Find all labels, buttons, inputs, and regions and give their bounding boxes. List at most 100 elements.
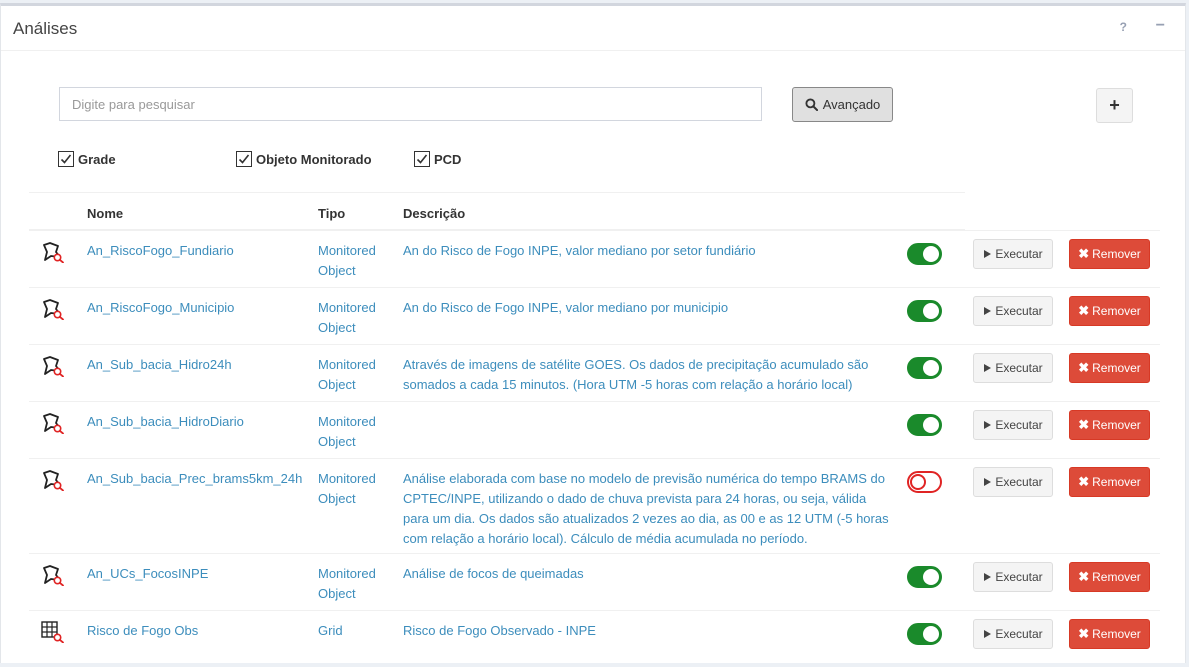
- active-toggle[interactable]: [907, 357, 942, 379]
- analysis-name-link[interactable]: An_RiscoFogo_Municipio: [87, 298, 234, 318]
- filter-pcd[interactable]: PCD: [414, 151, 461, 167]
- execute-label: Executar: [995, 304, 1043, 318]
- play-icon: [984, 478, 992, 486]
- analysis-type-link[interactable]: Monitored Object: [318, 355, 398, 395]
- active-toggle[interactable]: [907, 623, 942, 645]
- filter-monitored-object[interactable]: Objeto Monitorado: [236, 151, 372, 167]
- checkbox-pcd[interactable]: [414, 151, 430, 167]
- toggle-knob: [910, 474, 926, 490]
- active-toggle[interactable]: [907, 471, 942, 493]
- filter-grade[interactable]: Grade: [58, 151, 116, 167]
- remove-label: Remover: [1092, 418, 1141, 432]
- analysis-description-link[interactable]: An do Risco de Fogo INPE, valor mediano …: [403, 241, 893, 261]
- remove-button[interactable]: ✖ Remover: [1069, 353, 1150, 383]
- table-row: An_RiscoFogo_Fundiario Monitored Object An…: [29, 230, 1160, 287]
- table-header: Nome Tipo Descrição: [29, 192, 965, 230]
- advanced-search-button[interactable]: Avançado: [792, 87, 893, 122]
- active-toggle[interactable]: [907, 414, 942, 436]
- close-icon: ✖: [1078, 626, 1090, 641]
- check-icon: [416, 154, 428, 164]
- execute-button[interactable]: Executar: [973, 353, 1053, 383]
- toggle-knob: [923, 626, 939, 642]
- execute-button[interactable]: Executar: [973, 296, 1053, 326]
- analysis-name-link[interactable]: An_Sub_bacia_Hidro24h: [87, 355, 232, 375]
- analysis-name-link[interactable]: An_RiscoFogo_Fundiario: [87, 241, 234, 261]
- check-icon: [238, 154, 250, 164]
- column-header-type: Tipo: [318, 206, 346, 221]
- remove-button[interactable]: ✖ Remover: [1069, 410, 1150, 440]
- table-row: An_Sub_bacia_HidroDiario Monitored Object…: [29, 401, 1160, 458]
- analysis-name-link[interactable]: An_Sub_bacia_HidroDiario: [87, 412, 244, 432]
- play-icon: [984, 573, 992, 581]
- execute-label: Executar: [995, 361, 1043, 375]
- remove-button[interactable]: ✖ Remover: [1069, 296, 1150, 326]
- toggle-knob: [923, 569, 939, 585]
- toggle-knob: [923, 303, 939, 319]
- analysis-type-link[interactable]: Monitored Object: [318, 564, 398, 604]
- execute-button[interactable]: Executar: [973, 239, 1053, 269]
- monitored-object-search-icon: [41, 469, 65, 492]
- active-toggle[interactable]: [907, 300, 942, 322]
- play-icon: [984, 630, 992, 638]
- execute-label: Executar: [995, 570, 1043, 584]
- analysis-name-link[interactable]: An_UCs_FocosINPE: [87, 564, 208, 584]
- close-icon: ✖: [1078, 303, 1090, 318]
- analysis-description-link[interactable]: Através de imagens de satélite GOES. Os …: [403, 355, 893, 395]
- search-input[interactable]: [59, 87, 762, 121]
- analysis-name-link[interactable]: Risco de Fogo Obs: [87, 621, 198, 641]
- remove-label: Remover: [1092, 475, 1141, 489]
- help-button[interactable]: ?: [1120, 20, 1127, 34]
- toggle-knob: [923, 246, 939, 262]
- remove-label: Remover: [1092, 304, 1141, 318]
- execute-button[interactable]: Executar: [973, 467, 1053, 497]
- panel-header: Análises ? −: [1, 6, 1185, 51]
- filter-label: Grade: [78, 151, 116, 167]
- monitored-object-search-icon: [41, 241, 65, 264]
- analysis-type-link[interactable]: Monitored Object: [318, 469, 398, 509]
- checkbox-grade[interactable]: [58, 151, 74, 167]
- add-analysis-button[interactable]: +: [1096, 88, 1133, 123]
- filter-label: Objeto Monitorado: [256, 151, 372, 167]
- remove-label: Remover: [1092, 570, 1141, 584]
- close-icon: ✖: [1078, 474, 1090, 489]
- monitored-object-search-icon: [41, 355, 65, 378]
- remove-button[interactable]: ✖ Remover: [1069, 467, 1150, 497]
- remove-label: Remover: [1092, 627, 1141, 641]
- analysis-description-link[interactable]: Risco de Fogo Observado - INPE: [403, 621, 893, 641]
- analysis-description-link[interactable]: Análise elaborada com base no modelo de …: [403, 469, 893, 549]
- table-row: Risco de Fogo Obs Grid Risco de Fogo Obser…: [29, 610, 1160, 667]
- analysis-description-link[interactable]: An do Risco de Fogo INPE, valor mediano …: [403, 298, 893, 318]
- monitored-object-search-icon: [41, 564, 65, 587]
- play-icon: [984, 421, 992, 429]
- remove-button[interactable]: ✖ Remover: [1069, 239, 1150, 269]
- execute-button[interactable]: Executar: [973, 619, 1053, 649]
- analysis-type-link[interactable]: Monitored Object: [318, 412, 398, 452]
- analyses-panel: Análises ? − Avançado + Grade Objeto Mon…: [0, 3, 1186, 663]
- play-icon: [984, 250, 992, 258]
- execute-label: Executar: [995, 475, 1043, 489]
- remove-button[interactable]: ✖ Remover: [1069, 562, 1150, 592]
- checkbox-monitored-object[interactable]: [236, 151, 252, 167]
- execute-label: Executar: [995, 247, 1043, 261]
- execute-label: Executar: [995, 627, 1043, 641]
- advanced-search-label: Avançado: [822, 97, 881, 112]
- active-toggle[interactable]: [907, 243, 942, 265]
- table-row: An_UCs_FocosINPE Monitored Object Análise …: [29, 553, 1160, 610]
- analysis-type-link[interactable]: Grid: [318, 621, 398, 641]
- monitored-object-search-icon: [41, 298, 65, 321]
- table-row: An_Sub_bacia_Prec_brams5km_24h Monitored …: [29, 458, 1160, 553]
- remove-label: Remover: [1092, 247, 1141, 261]
- execute-button[interactable]: Executar: [973, 410, 1053, 440]
- check-icon: [60, 154, 72, 164]
- analysis-description-link[interactable]: Análise de focos de queimadas: [403, 564, 893, 584]
- active-toggle[interactable]: [907, 566, 942, 588]
- execute-button[interactable]: Executar: [973, 562, 1053, 592]
- remove-button[interactable]: ✖ Remover: [1069, 619, 1150, 649]
- close-icon: ✖: [1078, 360, 1090, 375]
- execute-label: Executar: [995, 418, 1043, 432]
- analysis-type-link[interactable]: Monitored Object: [318, 298, 398, 338]
- collapse-button[interactable]: −: [1156, 17, 1165, 35]
- analysis-type-link[interactable]: Monitored Object: [318, 241, 398, 281]
- table-row: An_Sub_bacia_Hidro24h Monitored Object Atr…: [29, 344, 1160, 401]
- analysis-name-link[interactable]: An_Sub_bacia_Prec_brams5km_24h: [87, 469, 302, 489]
